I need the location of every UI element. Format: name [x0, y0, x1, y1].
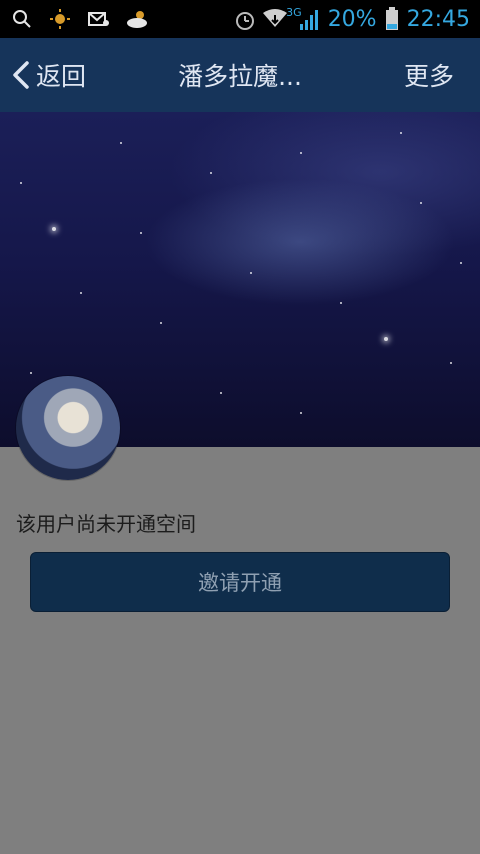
star	[300, 152, 302, 154]
avatar[interactable]	[16, 376, 120, 480]
battery-icon	[385, 7, 399, 31]
space-not-opened-notice: 该用户尚未开通空间	[16, 512, 196, 536]
star	[220, 392, 222, 394]
star	[420, 202, 422, 204]
star	[450, 362, 452, 364]
heart-message-icon	[88, 9, 109, 29]
star	[80, 292, 82, 294]
invite-open-button[interactable]: 邀请开通	[30, 552, 450, 612]
back-button[interactable]: 返回	[0, 38, 86, 112]
star	[250, 272, 252, 274]
battery-percent: 20%	[327, 6, 377, 32]
star	[300, 412, 302, 414]
star	[52, 227, 56, 231]
star	[384, 337, 388, 341]
star	[140, 232, 142, 234]
star	[120, 142, 122, 144]
nav-bar: 返回 潘多拉魔... 更多	[0, 38, 480, 113]
more-button[interactable]: 更多	[404, 57, 480, 93]
star	[400, 132, 402, 134]
search-icon	[12, 9, 32, 29]
wifi-icon	[262, 9, 288, 29]
star	[340, 302, 342, 304]
star	[30, 372, 32, 374]
weather-icon	[126, 9, 147, 29]
back-label: 返回	[36, 62, 87, 91]
signal-icon	[290, 9, 319, 30]
star	[210, 172, 212, 174]
chevron-left-icon	[13, 61, 29, 89]
status-bar: 3G 20% 22:45	[0, 0, 480, 38]
status-right: 3G 20% 22:45	[234, 6, 480, 32]
star	[160, 322, 162, 324]
star	[460, 262, 462, 264]
sun-icon	[50, 9, 70, 29]
status-left	[0, 9, 147, 29]
star	[20, 182, 22, 184]
clock: 22:45	[406, 6, 470, 32]
alarm-icon	[234, 9, 255, 30]
